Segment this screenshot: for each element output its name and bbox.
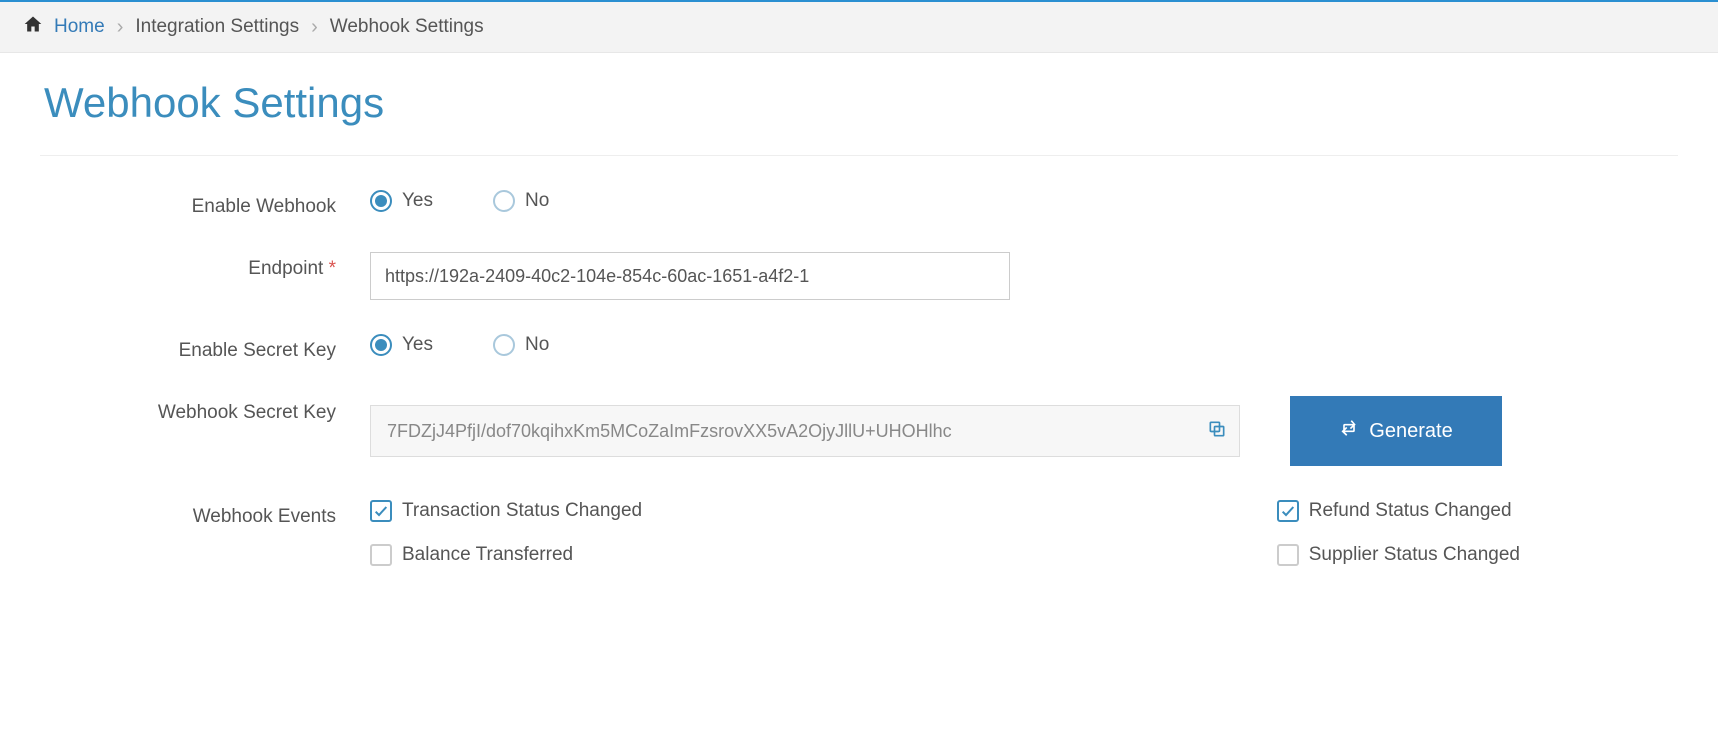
radio-label-yes: Yes bbox=[402, 190, 433, 212]
retweet-icon bbox=[1339, 418, 1359, 444]
event-label: Supplier Status Changed bbox=[1309, 544, 1520, 566]
row-enable-webhook: Enable Webhook Yes No bbox=[40, 190, 1678, 218]
enable-webhook-radio-group: Yes No bbox=[370, 190, 549, 212]
breadcrumb: Home › Integration Settings › Webhook Se… bbox=[0, 0, 1718, 53]
page-title: Webhook Settings bbox=[40, 53, 1678, 156]
breadcrumb-integration[interactable]: Integration Settings bbox=[135, 16, 299, 38]
endpoint-input[interactable] bbox=[370, 252, 1010, 300]
event-label: Refund Status Changed bbox=[1309, 500, 1512, 522]
checkbox-icon bbox=[1277, 544, 1299, 566]
enable-webhook-yes[interactable]: Yes bbox=[370, 190, 433, 212]
radio-icon bbox=[370, 190, 392, 212]
checkbox-icon bbox=[370, 544, 392, 566]
enable-webhook-no[interactable]: No bbox=[493, 190, 549, 212]
enable-secret-no[interactable]: No bbox=[493, 334, 549, 356]
label-enable-webhook: Enable Webhook bbox=[40, 190, 370, 218]
radio-icon bbox=[370, 334, 392, 356]
events-col-left: Transaction Status Changed Balance Trans… bbox=[370, 500, 642, 566]
checkbox-icon bbox=[1277, 500, 1299, 522]
label-enable-secret: Enable Secret Key bbox=[40, 334, 370, 362]
event-balance-transferred[interactable]: Balance Transferred bbox=[370, 544, 642, 566]
events-col-right: Refund Status Changed Supplier Status Ch… bbox=[1277, 500, 1520, 566]
home-icon bbox=[22, 14, 44, 40]
event-label: Balance Transferred bbox=[402, 544, 573, 566]
breadcrumb-home-link[interactable]: Home bbox=[54, 16, 105, 38]
radio-icon bbox=[493, 334, 515, 356]
radio-label-yes: Yes bbox=[402, 334, 433, 356]
row-events: Webhook Events Transaction Status Change… bbox=[40, 500, 1678, 566]
breadcrumb-separator: › bbox=[111, 16, 130, 39]
secret-key-value: 7FDZjJ4PfjI/dof70kqihxKm5MCoZaImFzsrovXX… bbox=[387, 421, 1199, 442]
radio-label-no: No bbox=[525, 334, 549, 356]
label-secret-key: Webhook Secret Key bbox=[40, 396, 370, 424]
row-secret-key: Webhook Secret Key 7FDZjJ4PfjI/dof70kqih… bbox=[40, 396, 1678, 466]
secret-key-field: 7FDZjJ4PfjI/dof70kqihxKm5MCoZaImFzsrovXX… bbox=[370, 405, 1240, 457]
event-label: Transaction Status Changed bbox=[402, 500, 642, 522]
enable-secret-yes[interactable]: Yes bbox=[370, 334, 433, 356]
event-refund-status[interactable]: Refund Status Changed bbox=[1277, 500, 1520, 522]
event-supplier-status[interactable]: Supplier Status Changed bbox=[1277, 544, 1520, 566]
label-events: Webhook Events bbox=[40, 500, 370, 528]
copy-icon[interactable] bbox=[1207, 419, 1227, 444]
form: Enable Webhook Yes No Endpoint * bbox=[40, 156, 1678, 566]
radio-icon bbox=[493, 190, 515, 212]
event-transaction-status[interactable]: Transaction Status Changed bbox=[370, 500, 642, 522]
generate-label: Generate bbox=[1369, 420, 1452, 443]
breadcrumb-webhook: Webhook Settings bbox=[330, 16, 484, 38]
checkbox-icon bbox=[370, 500, 392, 522]
label-endpoint: Endpoint * bbox=[40, 252, 370, 280]
enable-secret-radio-group: Yes No bbox=[370, 334, 549, 356]
radio-label-no: No bbox=[525, 190, 549, 212]
row-endpoint: Endpoint * bbox=[40, 252, 1678, 300]
breadcrumb-separator: › bbox=[305, 16, 324, 39]
row-enable-secret: Enable Secret Key Yes No bbox=[40, 334, 1678, 362]
generate-button[interactable]: Generate bbox=[1290, 396, 1502, 466]
